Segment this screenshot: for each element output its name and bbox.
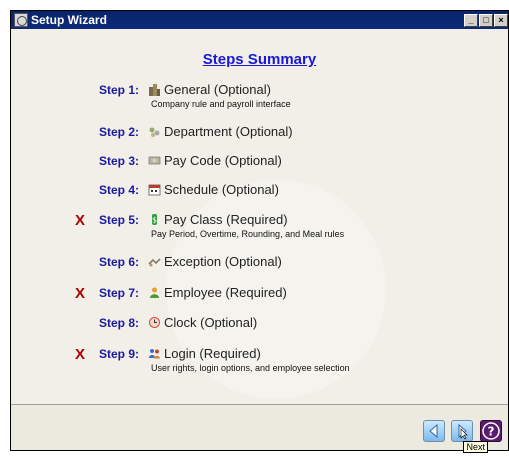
calendar-icon	[148, 184, 161, 196]
step-8: Step 8: Clock (Optional)	[11, 314, 508, 348]
window-title: Setup Wizard	[31, 13, 107, 27]
next-arrow-icon	[458, 423, 468, 440]
maximize-icon[interactable]: □	[479, 13, 493, 27]
window-controls: _ □ ×	[464, 13, 508, 27]
step-label: Step 5:	[99, 213, 140, 227]
back-arrow-icon	[429, 423, 438, 439]
step-title[interactable]: Employee (Required)	[164, 285, 287, 300]
help-icon: ?	[482, 422, 500, 440]
step-label: Step 6:	[99, 255, 140, 269]
step-label: Step 4:	[99, 183, 140, 197]
step-6: Step 6: Exception (Optional)	[11, 253, 508, 287]
required-mark-icon: X	[75, 346, 86, 363]
required-mark-icon: X	[75, 212, 86, 229]
building-icon	[149, 84, 160, 96]
step-title[interactable]: Exception (Optional)	[164, 254, 282, 269]
step-label: Step 7:	[99, 286, 140, 300]
step-title[interactable]: Schedule (Optional)	[164, 182, 279, 197]
step-5: X Step 5: $ Pay Class (Required) Pay Per…	[11, 211, 508, 245]
step-title[interactable]: Pay Class (Required)	[164, 212, 288, 227]
step-description: Pay Period, Overtime, Rounding, and Meal…	[151, 229, 345, 239]
help-button[interactable]: ?	[480, 420, 502, 442]
step-label: Step 2:	[99, 125, 140, 139]
step-title[interactable]: Pay Code (Optional)	[164, 153, 282, 168]
step-1: Step 1: General (Optional) Company rule …	[11, 81, 508, 115]
department-icon	[149, 127, 160, 137]
step-7: X Step 7: Employee (Required)	[11, 284, 508, 318]
minimize-icon[interactable]: _	[464, 13, 478, 27]
step-title[interactable]: Clock (Optional)	[164, 315, 257, 330]
svg-text:?: ?	[488, 425, 495, 439]
step-title[interactable]: Login (Required)	[164, 346, 261, 361]
wizard-button-bar: ? Next	[11, 404, 508, 453]
step-9: X Step 9: Login (Required) User rights, …	[11, 345, 508, 379]
step-title[interactable]: General (Optional)	[164, 82, 271, 97]
step-label: Step 9:	[99, 347, 140, 361]
wizard-content: Steps Summary Step 1: General (Optional)…	[11, 29, 508, 405]
exception-icon	[148, 258, 161, 267]
money-icon: $	[152, 214, 157, 225]
next-button[interactable]	[451, 420, 473, 442]
step-label: Step 8:	[99, 316, 140, 330]
step-title[interactable]: Department (Optional)	[164, 124, 293, 139]
title-bar: Setup Wizard _ □ ×	[11, 11, 508, 29]
users-icon	[149, 349, 160, 359]
step-label: Step 1:	[99, 83, 140, 97]
back-button[interactable]	[423, 420, 445, 442]
step-label: Step 3:	[99, 154, 140, 168]
required-mark-icon: X	[75, 285, 86, 302]
step-description: User rights, login options, and employee…	[151, 363, 350, 373]
svg-text:$: $	[152, 216, 157, 225]
clock-icon	[149, 317, 160, 328]
next-tooltip: Next	[463, 441, 488, 453]
page-title: Steps Summary	[202, 51, 317, 68]
step-description: Company rule and payroll interface	[151, 99, 291, 109]
employee-icon	[150, 287, 159, 298]
step-4: Step 4: Schedule (Optional)	[11, 181, 508, 215]
close-icon[interactable]: ×	[494, 13, 508, 27]
paycode-icon	[148, 156, 161, 165]
setup-wizard-window: Setup Wizard _ □ × Steps Summary Step 1:…	[10, 10, 509, 453]
app-icon	[14, 13, 28, 27]
